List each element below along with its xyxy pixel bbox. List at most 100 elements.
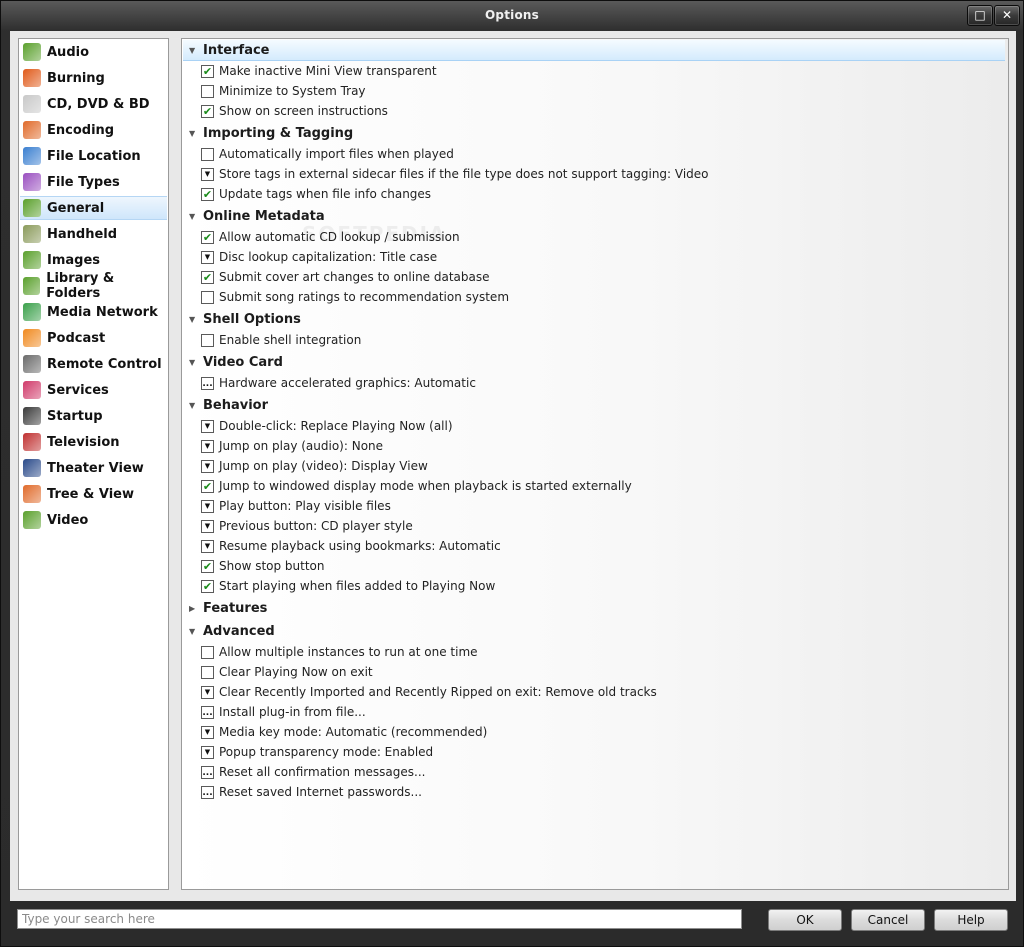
dropdown-arrow-icon[interactable]: ▼ bbox=[201, 725, 214, 739]
section-header-behavior[interactable]: ▼ Behavior bbox=[183, 395, 1005, 415]
setting-row[interactable]: Automatically import files when played bbox=[201, 144, 454, 164]
setting-row[interactable]: ▼ Popup transparency mode: Enabled bbox=[201, 742, 433, 762]
checkbox-checked[interactable]: ✔ bbox=[201, 104, 214, 118]
settings-panel[interactable]: SOFTPEDIA ▼ Interface ✔ Make inactive Mini … bbox=[181, 38, 1009, 890]
setting-row[interactable]: ▼ Resume playback using bookmarks: Automa… bbox=[201, 536, 501, 556]
checkbox-checked[interactable]: ✔ bbox=[201, 270, 214, 284]
dropdown-arrow-icon[interactable]: ▼ bbox=[201, 519, 214, 533]
sidebar-item-services[interactable]: Services bbox=[20, 378, 167, 402]
dropdown-arrow-icon[interactable]: ▼ bbox=[201, 439, 214, 453]
dropdown-arrow-icon[interactable]: ▼ bbox=[201, 459, 214, 473]
dropdown-arrow-icon[interactable]: ▼ bbox=[201, 250, 214, 264]
checkbox-checked[interactable]: ✔ bbox=[201, 64, 214, 78]
ellipsis-icon[interactable]: ... bbox=[201, 705, 214, 719]
sidebar-item-audio[interactable]: Audio bbox=[20, 40, 167, 64]
sidebar-item-podcast[interactable]: Podcast bbox=[20, 326, 167, 350]
collapse-arrow-icon[interactable]: ▼ bbox=[189, 46, 203, 55]
setting-row[interactable]: ✔ Make inactive Mini View transparent bbox=[201, 61, 437, 81]
section-header-importing-tagging[interactable]: ▼ Importing & Tagging bbox=[183, 123, 1005, 143]
setting-row[interactable]: ... Hardware accelerated graphics: Automa… bbox=[201, 373, 476, 393]
setting-row[interactable]: ▼ Jump on play (audio): None bbox=[201, 436, 383, 456]
collapse-arrow-icon[interactable]: ▼ bbox=[189, 627, 203, 636]
sidebar-item-burning[interactable]: Burning bbox=[20, 66, 167, 90]
setting-row[interactable]: ✔ Start playing when files added to Playi… bbox=[201, 576, 495, 596]
section-header-online-metadata[interactable]: ▼ Online Metadata bbox=[183, 206, 1005, 226]
checkbox-checked[interactable]: ✔ bbox=[201, 579, 214, 593]
sidebar-item-cd-dvd-bd[interactable]: CD, DVD & BD bbox=[20, 92, 167, 116]
setting-row[interactable]: ▼ Jump on play (video): Display View bbox=[201, 456, 428, 476]
sidebar-item-theater-view[interactable]: Theater View bbox=[20, 456, 167, 480]
setting-row[interactable]: ▼ Disc lookup capitalization: Title case bbox=[201, 247, 437, 267]
setting-row[interactable]: ▼ Media key mode: Automatic (recommended) bbox=[201, 722, 487, 742]
sidebar-item-startup[interactable]: Startup bbox=[20, 404, 167, 428]
checkbox-checked[interactable]: ✔ bbox=[201, 559, 214, 573]
sidebar-item-library-folders[interactable]: Library & Folders bbox=[20, 271, 167, 301]
setting-row[interactable]: Clear Playing Now on exit bbox=[201, 662, 373, 682]
section-header-features[interactable]: ▶ Features bbox=[183, 598, 1005, 618]
setting-row[interactable]: ✔ Allow automatic CD lookup / submission bbox=[201, 227, 460, 247]
checkbox-checked[interactable]: ✔ bbox=[201, 230, 214, 244]
setting-row[interactable]: ✔ Submit cover art changes to online data… bbox=[201, 267, 490, 287]
setting-row[interactable]: ✔ Update tags when file info changes bbox=[201, 184, 431, 204]
setting-row[interactable]: ... Reset saved Internet passwords... bbox=[201, 782, 422, 802]
dropdown-arrow-icon[interactable]: ▼ bbox=[201, 167, 214, 181]
checkbox-unchecked[interactable] bbox=[201, 645, 214, 659]
close-button[interactable]: ✕ bbox=[994, 5, 1020, 26]
help-button[interactable]: Help bbox=[934, 909, 1008, 931]
section-header-interface[interactable]: ▼ Interface bbox=[183, 40, 1005, 61]
checkbox-unchecked[interactable] bbox=[201, 333, 214, 347]
expand-arrow-icon[interactable]: ▶ bbox=[189, 604, 203, 613]
setting-row[interactable]: ▼ Store tags in external sidecar files if… bbox=[201, 164, 709, 184]
sidebar-item-video[interactable]: Video bbox=[20, 508, 167, 532]
sidebar-item-tree-view[interactable]: Tree & View bbox=[20, 482, 167, 506]
setting-row[interactable]: Enable shell integration bbox=[201, 330, 361, 350]
title-bar[interactable]: Options □ ✕ bbox=[1, 1, 1023, 31]
setting-row[interactable]: ... Install plug-in from file... bbox=[201, 702, 366, 722]
sidebar-item-images[interactable]: Images bbox=[20, 248, 167, 272]
checkbox-checked[interactable]: ✔ bbox=[201, 479, 214, 493]
setting-row[interactable]: Submit song ratings to recommendation sy… bbox=[201, 287, 509, 307]
sidebar-item-media-network[interactable]: Media Network bbox=[20, 300, 167, 324]
setting-row[interactable]: ▼ Previous button: CD player style bbox=[201, 516, 413, 536]
checkbox-unchecked[interactable] bbox=[201, 665, 214, 679]
setting-row[interactable]: ✔ Show on screen instructions bbox=[201, 101, 388, 121]
collapse-arrow-icon[interactable]: ▼ bbox=[189, 212, 203, 221]
section-header-video-card[interactable]: ▼ Video Card bbox=[183, 352, 1005, 372]
ok-button[interactable]: OK bbox=[768, 909, 842, 931]
ellipsis-icon[interactable]: ... bbox=[201, 785, 214, 799]
dropdown-arrow-icon[interactable]: ▼ bbox=[201, 745, 214, 759]
sidebar-item-handheld[interactable]: Handheld bbox=[20, 222, 167, 246]
setting-row[interactable]: Allow multiple instances to run at one t… bbox=[201, 642, 478, 662]
dropdown-arrow-icon[interactable]: ▼ bbox=[201, 499, 214, 513]
checkbox-unchecked[interactable] bbox=[201, 290, 214, 304]
setting-row[interactable]: ✔ Show stop button bbox=[201, 556, 325, 576]
setting-row[interactable]: ... Reset all confirmation messages... bbox=[201, 762, 425, 782]
checkbox-unchecked[interactable] bbox=[201, 147, 214, 161]
setting-row[interactable]: ▼ Clear Recently Imported and Recently Ri… bbox=[201, 682, 657, 702]
setting-row[interactable]: ▼ Double-click: Replace Playing Now (all) bbox=[201, 416, 453, 436]
ellipsis-icon[interactable]: ... bbox=[201, 376, 214, 390]
sidebar-item-encoding[interactable]: Encoding bbox=[20, 118, 167, 142]
collapse-arrow-icon[interactable]: ▼ bbox=[189, 358, 203, 367]
collapse-arrow-icon[interactable]: ▼ bbox=[189, 401, 203, 410]
sidebar-item-television[interactable]: Television bbox=[20, 430, 167, 454]
setting-row[interactable]: ✔ Jump to windowed display mode when play… bbox=[201, 476, 632, 496]
sidebar-item-file-types[interactable]: File Types bbox=[20, 170, 167, 194]
setting-row[interactable]: ▼ Play button: Play visible files bbox=[201, 496, 391, 516]
section-header-shell-options[interactable]: ▼ Shell Options bbox=[183, 309, 1005, 329]
section-header-advanced[interactable]: ▼ Advanced bbox=[183, 621, 1005, 641]
category-list[interactable]: Audio Burning CD, DVD & BD Encoding File Loc… bbox=[18, 38, 169, 890]
ellipsis-icon[interactable]: ... bbox=[201, 765, 214, 779]
cancel-button[interactable]: Cancel bbox=[851, 909, 925, 931]
maximize-button[interactable]: □ bbox=[967, 5, 993, 26]
collapse-arrow-icon[interactable]: ▼ bbox=[189, 129, 203, 138]
search-input[interactable] bbox=[17, 909, 742, 929]
sidebar-item-general[interactable]: General bbox=[20, 196, 167, 220]
checkbox-checked[interactable]: ✔ bbox=[201, 187, 214, 201]
setting-row[interactable]: Minimize to System Tray bbox=[201, 81, 366, 101]
collapse-arrow-icon[interactable]: ▼ bbox=[189, 315, 203, 324]
dropdown-arrow-icon[interactable]: ▼ bbox=[201, 419, 214, 433]
sidebar-item-file-location[interactable]: File Location bbox=[20, 144, 167, 168]
sidebar-item-remote-control[interactable]: Remote Control bbox=[20, 352, 167, 376]
dropdown-arrow-icon[interactable]: ▼ bbox=[201, 539, 214, 553]
